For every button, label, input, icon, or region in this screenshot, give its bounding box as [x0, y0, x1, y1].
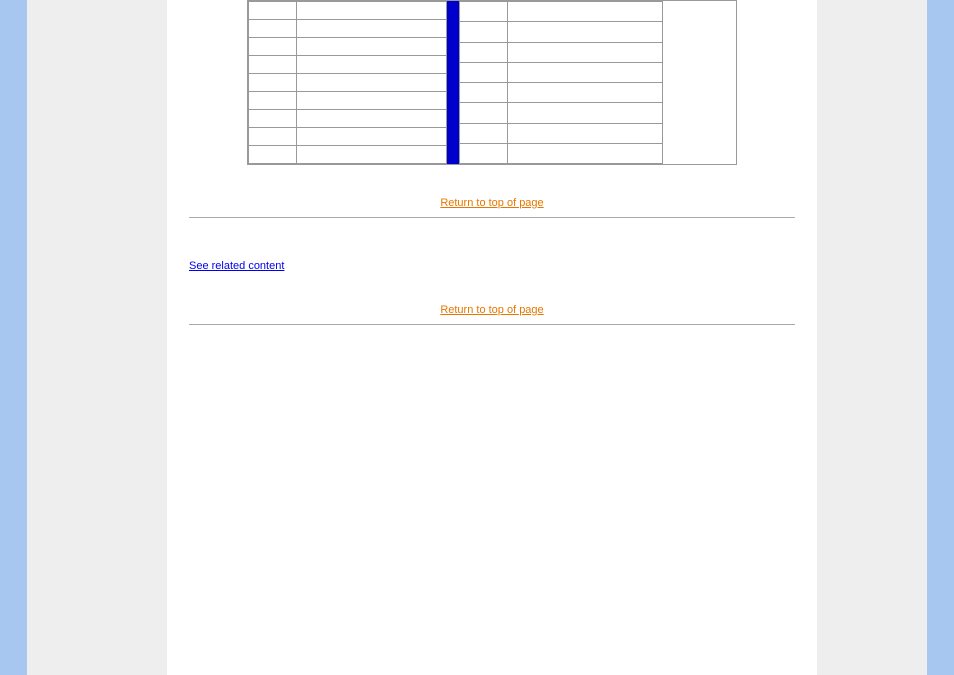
- table-row: [249, 20, 447, 38]
- table-row: [460, 103, 663, 123]
- cell: [297, 128, 447, 146]
- cell: [297, 74, 447, 92]
- cell: [508, 2, 663, 22]
- table-row: [460, 123, 663, 143]
- table-row: [249, 56, 447, 74]
- cell: [508, 143, 663, 163]
- table-row: [249, 128, 447, 146]
- cell: [460, 2, 508, 22]
- section-separator-2: [189, 324, 795, 325]
- cell: [297, 92, 447, 110]
- outer-frame: Return to top of page See related conten…: [0, 0, 954, 675]
- cell: [508, 22, 663, 42]
- table-row: [460, 22, 663, 42]
- cell: [249, 110, 297, 128]
- inline-link-section: See related content: [189, 258, 795, 272]
- cell: [460, 103, 508, 123]
- right-sidebar: [817, 0, 927, 675]
- table-row: [249, 74, 447, 92]
- cell: [297, 38, 447, 56]
- cell: [297, 20, 447, 38]
- table-row: [249, 92, 447, 110]
- cell: [249, 20, 297, 38]
- page-container: Return to top of page See related conten…: [27, 0, 927, 675]
- cell: [297, 2, 447, 20]
- data-table-right: [459, 1, 663, 164]
- cell: [460, 42, 508, 62]
- cell: [508, 103, 663, 123]
- cell: [508, 123, 663, 143]
- cell: [249, 74, 297, 92]
- back-to-top-link-1: Return to top of page: [189, 195, 795, 209]
- gutter-left: [167, 0, 179, 675]
- cell: [508, 42, 663, 62]
- back-to-top-link-2: Return to top of page: [189, 302, 795, 316]
- related-content-link[interactable]: See related content: [189, 260, 284, 272]
- cell: [297, 110, 447, 128]
- table-row: [249, 2, 447, 20]
- table-row: [460, 42, 663, 62]
- cell: [460, 123, 508, 143]
- gutter-right: [805, 0, 817, 675]
- table-row: [249, 110, 447, 128]
- table-row: [249, 38, 447, 56]
- cell: [508, 62, 663, 82]
- cell: [249, 2, 297, 20]
- cell: [249, 92, 297, 110]
- back-to-top-anchor[interactable]: Return to top of page: [440, 197, 543, 209]
- cell: [249, 146, 297, 164]
- cell: [460, 22, 508, 42]
- main-content: Return to top of page See related conten…: [179, 0, 805, 675]
- table-divider-bar: [447, 1, 459, 164]
- cell: [249, 38, 297, 56]
- data-table-container: [247, 0, 737, 165]
- cell: [460, 83, 508, 103]
- table-row: [460, 62, 663, 82]
- cell: [297, 56, 447, 74]
- table-row: [460, 143, 663, 163]
- cell: [460, 62, 508, 82]
- section-separator-1: [189, 217, 795, 218]
- cell: [297, 146, 447, 164]
- table-row: [460, 2, 663, 22]
- cell: [249, 56, 297, 74]
- left-sidebar: [27, 0, 167, 675]
- data-table-left: [248, 1, 447, 164]
- table-row: [460, 83, 663, 103]
- table-row: [249, 146, 447, 164]
- cell: [460, 143, 508, 163]
- cell: [508, 83, 663, 103]
- back-to-top-anchor-2[interactable]: Return to top of page: [440, 304, 543, 316]
- cell: [249, 128, 297, 146]
